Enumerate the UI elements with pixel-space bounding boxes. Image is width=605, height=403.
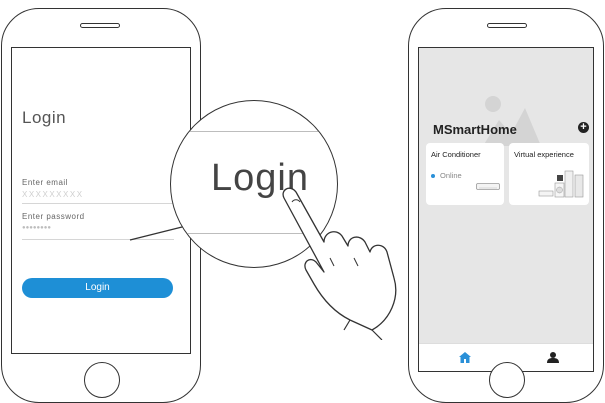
speaker-slot: [487, 23, 527, 28]
device-card-virtual-experience[interactable]: Virtual experience: [509, 143, 589, 205]
magnifier-top-line: [171, 131, 337, 132]
right-phone-frame: MSmartHome + Air Conditioner Online Virt…: [408, 8, 604, 403]
air-conditioner-icon: [476, 183, 500, 190]
appliances-icon: [538, 170, 584, 198]
home-screen: MSmartHome + Air Conditioner Online Virt…: [418, 47, 594, 372]
device-card-air-conditioner[interactable]: Air Conditioner Online: [426, 143, 504, 205]
home-button[interactable]: [489, 362, 525, 398]
status-online: Online: [431, 171, 462, 180]
hand-pointer-icon: [282, 187, 397, 340]
plus-circle-icon[interactable]: +: [578, 122, 589, 133]
home-icon[interactable]: [459, 352, 471, 363]
app-title: MSmartHome: [433, 122, 517, 137]
card-title: Virtual experience: [514, 150, 574, 159]
person-icon[interactable]: [547, 352, 559, 363]
card-title: Air Conditioner: [431, 150, 481, 159]
online-dot-icon: [431, 174, 435, 179]
banner-image-placeholder: [483, 96, 541, 146]
status-text: Online: [440, 171, 462, 180]
